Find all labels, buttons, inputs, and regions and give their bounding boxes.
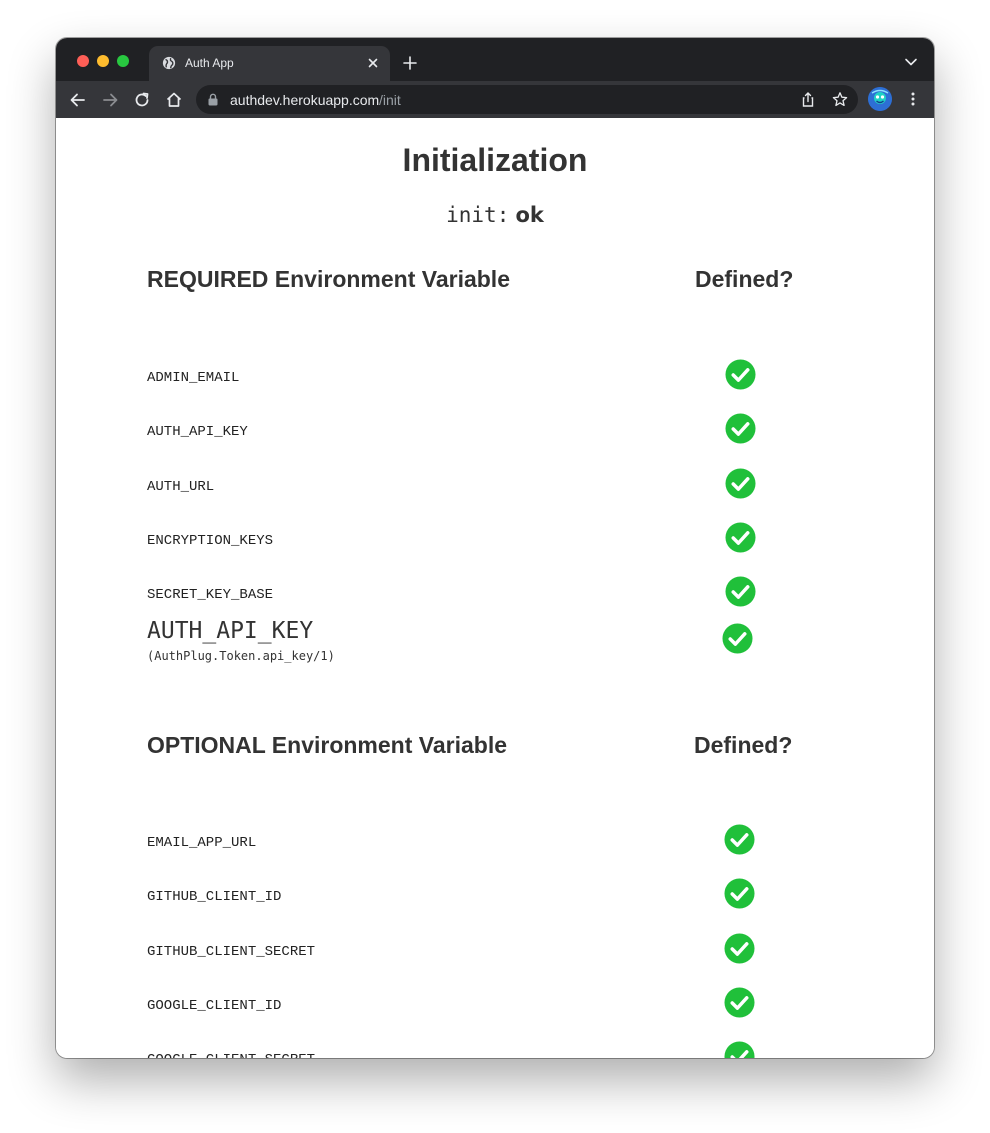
optional-heading-suffix: Environment Variable [265,732,508,758]
required-section-heading: REQUIRED Environment Variable [147,266,510,293]
page-title: Initialization [402,142,588,178]
optional-section-heading: OPTIONAL Environment Variable [147,732,507,759]
check-circle-icon [724,878,755,909]
env-variable-name: AUTH_API_KEY [147,424,248,441]
url-host: authdev.herokuapp.com [230,92,380,108]
close-tab-icon[interactable] [366,56,380,70]
share-icon[interactable] [800,91,816,108]
check-circle-icon [724,933,755,964]
check-circle-icon [725,522,756,553]
env-variable-name: GITHUB_CLIENT_ID [147,889,282,906]
close-window-button[interactable] [77,55,89,67]
env-variable-name: SECRET_KEY_BASE [147,587,274,604]
back-arrow-icon[interactable] [68,90,88,110]
url-path: /init [379,92,401,108]
api-key-check-name: AUTH_API_KEY [147,618,314,644]
check-circle-icon [724,1041,755,1058]
avatar-icon [868,87,892,111]
check-circle-icon [725,413,756,444]
lock-icon[interactable] [208,93,218,106]
tab-title: Auth App [185,56,234,70]
new-tab-icon[interactable] [402,55,418,71]
env-variable-name: GITHUB_CLIENT_SECRET [147,943,316,960]
check-circle-icon [725,576,756,607]
tab-auth-app[interactable]: Auth App [149,46,390,81]
env-variable-name: GOOGLE_CLIENT_ID [147,997,282,1014]
zoom-window-button[interactable] [117,55,129,67]
address-bar[interactable]: authdev.herokuapp.com /init [196,85,858,114]
env-variable-name: EMAIL_APP_URL [147,835,257,851]
check-circle-icon [725,468,756,499]
tab-bar: Auth App [56,38,934,81]
env-variable-name: ENCRYPTION_KEYS [147,532,274,549]
check-circle-icon [722,623,753,654]
init-status-key: init: [446,203,510,227]
init-status: init: ok [56,202,934,228]
browser-window: Auth App authdev.herokuapp.com /init Ini… [56,38,934,1058]
more-menu-icon[interactable] [906,91,920,107]
minimize-window-button[interactable] [97,55,109,67]
env-variable-name: AUTH_URL [147,478,215,495]
optional-heading-prefix: OPTIONAL [147,732,266,758]
page-content: Initialization init: ok REQUIRED Environ… [56,118,934,1058]
check-circle-icon [725,359,756,390]
env-variable-name: GOOGLE_CLIENT_SECRET [147,1052,315,1058]
required-heading-prefix: REQUIRED [147,266,269,292]
required-defined-heading: Defined? [695,266,794,292]
check-circle-icon [724,987,755,1018]
env-variable-name: ADMIN_EMAIL [147,370,240,386]
bookmark-star-icon[interactable] [832,91,848,108]
optional-defined-heading: Defined? [694,732,793,758]
home-icon[interactable] [164,90,184,110]
browser-toolbar: authdev.herokuapp.com /init [56,81,934,119]
globe-icon [162,56,176,70]
chevron-down-icon[interactable] [904,57,918,67]
forward-arrow-icon[interactable] [100,90,120,110]
required-heading-suffix: Environment Variable [268,266,510,292]
profile-avatar[interactable] [868,87,892,111]
check-circle-icon [724,824,755,855]
init-status-value: ok [515,203,544,227]
api-key-check-function: (AuthPlug.Token.api_key/1) [147,649,335,663]
reload-icon[interactable] [132,90,152,110]
